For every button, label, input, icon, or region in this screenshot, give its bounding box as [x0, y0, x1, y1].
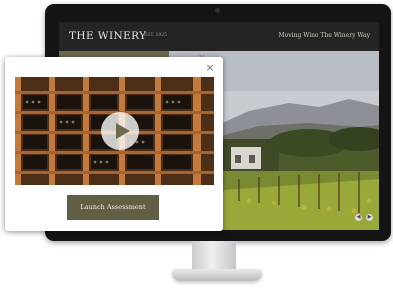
chevron-right-icon: ▶	[367, 214, 372, 220]
video-player[interactable]	[15, 77, 214, 185]
video-modal: × Launch Assessment	[5, 57, 223, 231]
site-logo[interactable]: THE WINERY	[69, 30, 146, 42]
site-header: THE WINERY EST. 1925 Moving Wine The Win…	[59, 22, 379, 51]
webcam-dot	[215, 8, 220, 13]
slider-controls: ◀ ▶	[355, 214, 373, 221]
close-icon[interactable]: ×	[204, 62, 216, 74]
launch-assessment-button[interactable]: Launch Assessment	[67, 195, 159, 220]
play-icon	[116, 123, 130, 139]
chevron-left-icon: ◀	[356, 214, 361, 220]
play-button[interactable]	[101, 112, 139, 150]
site-tagline: Moving Wine The Winery Way	[278, 32, 370, 39]
slider-prev-button[interactable]: ◀	[355, 214, 362, 221]
site-logo-subtitle: EST. 1925	[144, 33, 168, 38]
slider-next-button[interactable]: ▶	[366, 214, 373, 221]
monitor-stand-neck	[192, 241, 236, 271]
monitor-stand-base	[172, 269, 262, 281]
